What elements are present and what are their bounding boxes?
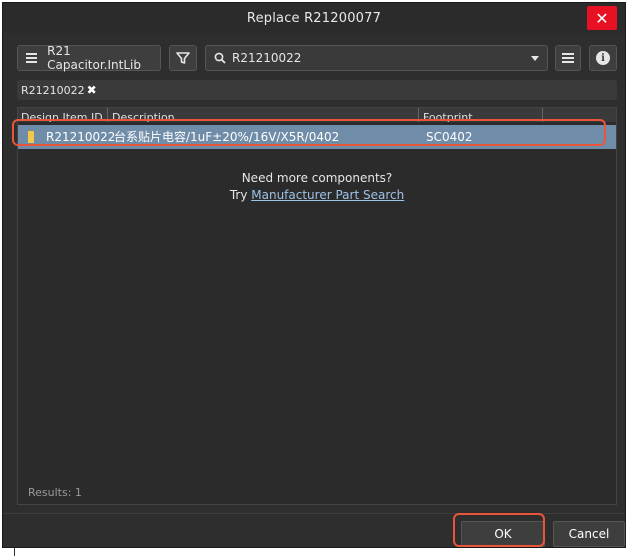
column-header-footprint[interactable]: Footprint: [423, 111, 543, 122]
manufacturer-part-search-link[interactable]: Manufacturer Part Search: [251, 188, 404, 202]
chevron-down-icon[interactable]: [531, 56, 539, 61]
cell-footprint: SC0402: [426, 130, 473, 144]
bottom-background-strip: [0, 548, 629, 556]
library-label: R21 Capacitor.IntLib: [47, 44, 141, 72]
hamburger-menu-icon: [26, 53, 38, 63]
library-selector-button[interactable]: R21 Capacitor.IntLib: [17, 44, 161, 72]
grid-header: Design Item ID Description Footprint: [18, 108, 616, 122]
toolbar: R21 Capacitor.IntLib i: [17, 44, 617, 72]
dialog-title: Replace R21200077: [246, 10, 382, 26]
cell-description: 台系贴片电容/1uF±20%/16V/X5R/0402: [114, 130, 340, 144]
component-icon: [28, 131, 34, 143]
options-menu-button[interactable]: [555, 45, 581, 71]
column-divider[interactable]: [107, 108, 108, 122]
more-components-message: Need more components? Try Manufacturer P…: [18, 170, 616, 204]
active-filter-bar: R21210022 ✖: [17, 80, 617, 100]
column-divider[interactable]: [542, 108, 543, 122]
hamburger-menu-icon: [562, 53, 574, 63]
footer-divider: [3, 513, 625, 514]
column-divider[interactable]: [418, 108, 419, 122]
filter-chip-label: R21210022: [21, 83, 85, 97]
bottom-cursor-mark: [14, 548, 15, 556]
close-icon: ✕: [595, 8, 609, 28]
try-text: Try: [229, 188, 248, 202]
try-line: Try Manufacturer Part Search: [18, 187, 616, 204]
components-grid: Design Item ID Description Footprint R21…: [17, 107, 617, 505]
search-box[interactable]: [205, 45, 548, 71]
filter-button[interactable]: [169, 45, 197, 71]
cell-design-item-id: R21210022: [46, 130, 116, 144]
remove-filter-icon[interactable]: ✖: [87, 83, 97, 97]
search-input[interactable]: [226, 50, 516, 66]
close-button[interactable]: ✕: [587, 6, 617, 30]
cancel-button[interactable]: Cancel: [553, 521, 625, 547]
replace-dialog: Replace R21200077 ✕ R21 Capacitor.IntLib: [2, 2, 626, 548]
magnifier-search-icon: [214, 52, 226, 64]
column-header-description[interactable]: Description: [112, 111, 412, 122]
table-row[interactable]: R21210022 台系贴片电容/1uF±20%/16V/X5R/0402 SC…: [18, 125, 616, 149]
info-icon: i: [596, 51, 610, 65]
results-count: Results: 1: [28, 486, 82, 499]
funnel-filter-icon: [176, 52, 190, 64]
title-bar: Replace R21200077 ✕: [3, 3, 625, 33]
need-more-text: Need more components?: [241, 171, 393, 185]
column-header-design-item-id[interactable]: Design Item ID: [21, 111, 106, 122]
ok-button[interactable]: OK: [461, 521, 545, 547]
info-button[interactable]: i: [589, 45, 617, 71]
